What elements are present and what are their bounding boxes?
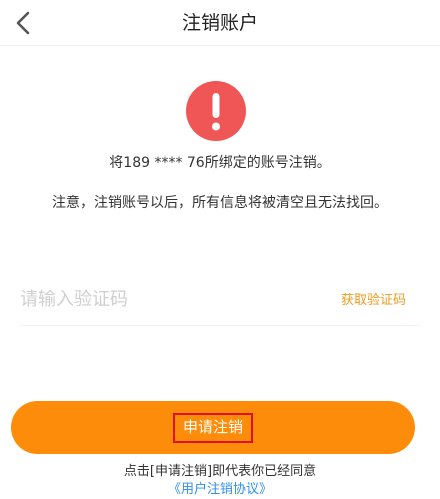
apply-cancel-label: 申请注销 <box>172 412 253 443</box>
verification-row: 获取验证码 <box>20 272 420 326</box>
account-phone-text: 将189 **** 76所绑定的账号注销。 <box>109 155 331 171</box>
get-code-button[interactable]: 获取验证码 <box>341 289 406 308</box>
agreement-text: 点击[申请注销]即代表你已经同意 <box>123 464 317 479</box>
chevron-left-icon <box>16 11 30 35</box>
navigation-bar: 注销账户 <box>0 0 440 46</box>
warning-badge <box>185 80 247 142</box>
verification-code-input[interactable] <box>20 280 270 318</box>
exclamation-icon <box>186 81 246 141</box>
warning-notice-text: 注意，注销账号以后，所有信息将被清空且无法找回。 <box>52 195 388 211</box>
agreement-link[interactable]: 《用户注销协议》 <box>0 478 440 497</box>
back-button[interactable] <box>6 6 40 40</box>
page-title: 注销账户 <box>181 12 258 34</box>
apply-cancel-button[interactable]: 申请注销 <box>11 401 415 454</box>
